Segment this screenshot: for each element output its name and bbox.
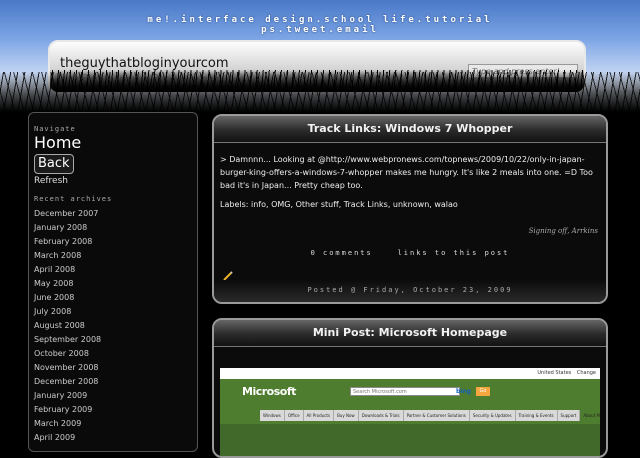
archive-link[interactable]: July 2008 (34, 305, 192, 319)
archive-link[interactable]: October 2008 (34, 347, 192, 361)
archive-link[interactable]: December 2007 (34, 207, 192, 221)
archive-link[interactable]: March 2008 (34, 249, 192, 263)
archive-link[interactable]: March 2009 (34, 417, 192, 431)
archive-link[interactable]: August 2008 (34, 319, 192, 333)
back-button[interactable]: Back (34, 154, 74, 174)
microsoft-logo: Microsoft (242, 385, 296, 398)
microsoft-search-box: Search Microsoft.com (350, 387, 460, 396)
archive-link[interactable]: November 2008 (34, 361, 192, 375)
archive-link[interactable]: February 2009 (34, 403, 192, 417)
navigate-heading: Navigate (34, 125, 76, 133)
ms-nav-item: Security & Updates (470, 410, 516, 421)
backlinks-link[interactable]: links to this post (398, 249, 510, 257)
header-sky: me!.interface design.school life.tutoria… (0, 0, 640, 112)
go-button: Go (476, 387, 490, 396)
sidebar: Navigate Home Back Refresh Recent archiv… (28, 112, 198, 452)
region-label: United States (537, 370, 572, 376)
archive-link[interactable]: February 2008 (34, 235, 192, 249)
region-strip: United States Change (220, 368, 600, 379)
site-title[interactable]: theguythatbloginyourcom (60, 56, 229, 71)
grass-decoration (0, 72, 640, 112)
archive-link[interactable]: April 2008 (34, 263, 192, 277)
ms-nav-item: Windows (260, 410, 285, 421)
ms-nav-item: Buy Now (334, 410, 359, 421)
archives-heading: Recent archives (34, 195, 113, 203)
top-navigation[interactable]: me!.interface design.school life.tutoria… (100, 15, 540, 35)
region-change-link: Change (576, 370, 596, 376)
post-card: Track Links: Windows 7 Whopper > Damnnn.… (212, 114, 608, 304)
microsoft-page-body (220, 424, 600, 456)
archive-link[interactable]: January 2009 (34, 389, 192, 403)
archive-list: December 2007 January 2008 February 2008… (29, 207, 197, 445)
post-body: > Damnnn... Looking at @http://www.webpr… (220, 155, 593, 190)
ms-nav-item: Training & Events (516, 410, 558, 421)
archive-link[interactable]: April 2009 (34, 431, 192, 445)
microsoft-nav-bar: Windows Office All Products Buy Now Down… (260, 410, 600, 421)
ms-nav-item: About Microsoft (580, 410, 600, 421)
signature: Signing off, Arrkins (528, 227, 598, 235)
archive-link[interactable]: January 2008 (34, 221, 192, 235)
ms-nav-item: Support (558, 410, 581, 421)
post-title[interactable]: Mini Post: Microsoft Homepage (214, 320, 606, 347)
ms-nav-item: Partner & Customer Solutions (404, 410, 470, 421)
post-meta: 0 comments links to this post (214, 235, 606, 257)
archive-link[interactable]: September 2008 (34, 333, 192, 347)
archive-link[interactable]: May 2008 (34, 277, 192, 291)
post-labels[interactable]: Labels: info, OMG, Other stuff, Track Li… (214, 192, 606, 209)
ms-nav-item: All Products (304, 410, 335, 421)
bing-logo: bing (456, 388, 471, 395)
comments-link[interactable]: 0 comments (311, 249, 373, 257)
ms-nav-item: Downloads & Trials (359, 410, 404, 421)
archive-link[interactable]: June 2008 (34, 291, 192, 305)
post-date: Posted @ Friday, October 23, 2009 (214, 280, 606, 302)
microsoft-homepage-screenshot: United States Change Microsoft Search Mi… (220, 368, 600, 456)
archive-link[interactable]: December 2008 (34, 375, 192, 389)
post-card: Mini Post: Microsoft Homepage United Sta… (212, 318, 608, 458)
ms-nav-item: Office (285, 410, 304, 421)
post-title[interactable]: Track Links: Windows 7 Whopper (214, 116, 606, 143)
refresh-link[interactable]: Refresh (34, 176, 192, 186)
home-link[interactable]: Home (34, 134, 192, 152)
